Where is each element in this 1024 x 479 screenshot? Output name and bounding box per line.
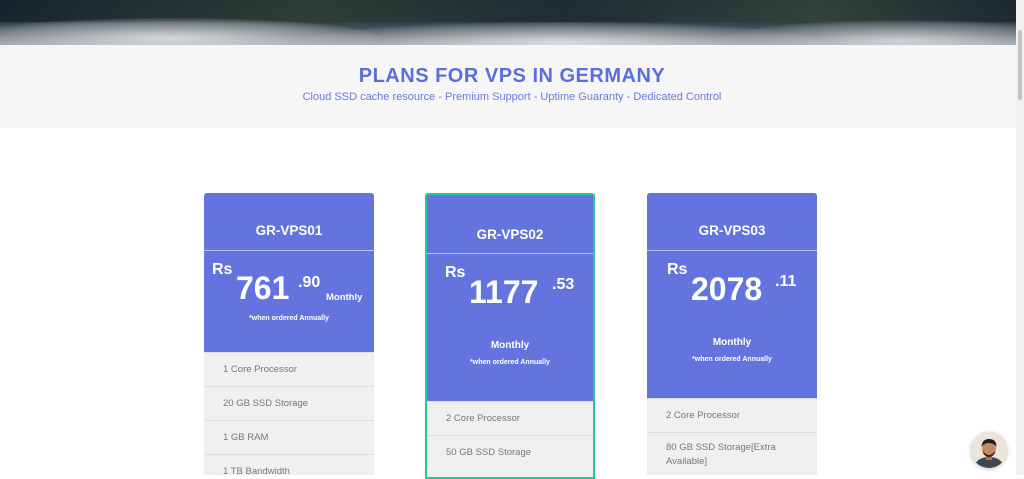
price-amount: 1177 — [469, 274, 539, 310]
plan-name: GR-VPS03 — [698, 223, 766, 238]
billing-period: Monthly — [490, 340, 530, 351]
plan-card-gr-vps03[interactable]: GR-VPS03 Rs 2078 .11 Monthly *when order… — [647, 193, 817, 475]
currency-label: Rs — [212, 261, 233, 278]
feature-item: 80 GB SSD Storage[Extra Available] — [647, 432, 817, 475]
billing-period: Monthly — [712, 337, 752, 348]
plan-header: GR-VPS03 Rs 2078 .11 Monthly *when order… — [647, 193, 817, 398]
plan-header: GR-VPS01 Rs 761 .90 Monthly *when ordere… — [204, 193, 374, 352]
plans-header: PLANS FOR VPS IN GERMANY Cloud SSD cache… — [0, 45, 1024, 128]
support-avatar-icon[interactable] — [971, 432, 1007, 468]
price: Rs 761 .90 Monthly — [204, 251, 374, 306]
price-amount: 2078 — [691, 271, 763, 307]
feature-item: 1 Core Processor — [204, 352, 374, 386]
scrollbar-thumb[interactable] — [1018, 30, 1022, 100]
plan-card-gr-vps01[interactable]: GR-VPS01 Rs 761 .90 Monthly *when ordere… — [204, 193, 374, 475]
plan-name: GR-VPS02 — [476, 227, 544, 242]
price: Rs 2078 .11 — [647, 251, 817, 311]
billing-note: *when ordered Annually — [470, 359, 550, 366]
feature-item: 20 GB SSD Storage — [204, 386, 374, 420]
billing-note: *when ordered Annually — [692, 356, 772, 363]
plan-card-gr-vps02[interactable]: GR-VPS02 Rs 1177 .53 Monthly *when order… — [425, 193, 595, 479]
price-decimals: .90 — [298, 274, 321, 291]
price-amount: 761 — [236, 270, 290, 306]
person-icon — [971, 432, 1007, 468]
feature-item: 1 GB RAM — [204, 420, 374, 454]
plan-header: GR-VPS02 Rs 1177 .53 Monthly *when order… — [427, 195, 593, 401]
feature-list: 1 Core Processor 20 GB SSD Storage 1 GB … — [204, 352, 374, 475]
feature-list: 2 Core Processor 50 GB SSD Storage — [427, 401, 593, 469]
page-subtitle: Cloud SSD cache resource - Premium Suppo… — [302, 91, 722, 103]
page-title: PLANS FOR VPS IN GERMANY — [358, 65, 666, 87]
cloud — [720, 20, 1024, 45]
page-scrollbar[interactable] — [1016, 0, 1024, 475]
price: Rs 1177 .53 — [427, 254, 593, 314]
price-decimals: .11 — [775, 273, 797, 290]
feature-item: 2 Core Processor — [427, 401, 593, 435]
billing-period: Monthly — [326, 292, 363, 303]
currency-label: Rs — [445, 264, 466, 281]
plan-name: GR-VPS01 — [255, 223, 323, 238]
hero-banner-image — [0, 0, 1024, 45]
currency-label: Rs — [667, 261, 688, 278]
feature-item: 2 Core Processor — [647, 398, 817, 432]
feature-item: 50 GB SSD Storage — [427, 435, 593, 469]
feature-item: 1 TB Bandwidth — [204, 454, 374, 475]
price-decimals: .53 — [552, 276, 575, 293]
feature-list: 2 Core Processor 80 GB SSD Storage[Extra… — [647, 398, 817, 475]
